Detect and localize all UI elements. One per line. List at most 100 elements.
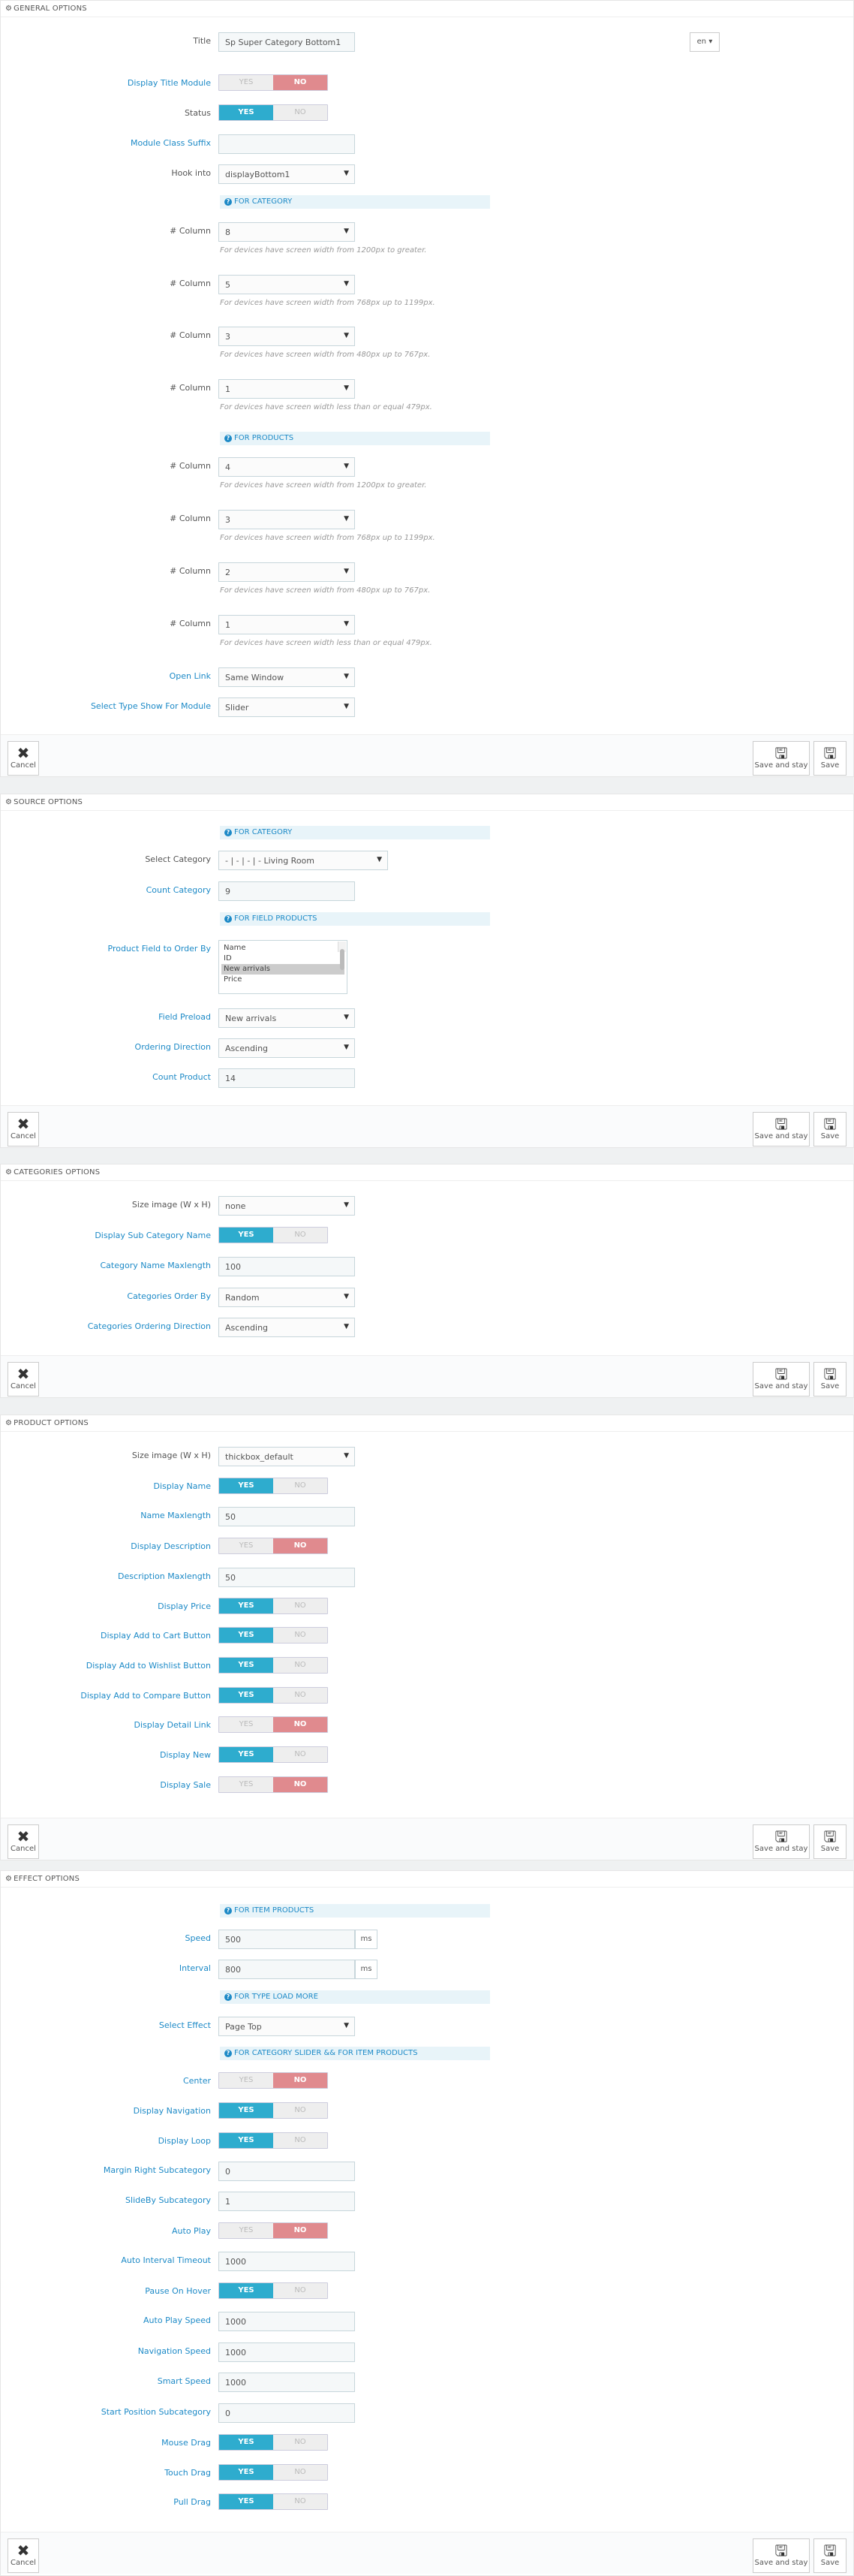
auto-interval-input[interactable]: 1000 xyxy=(218,2252,355,2271)
toggle-no[interactable]: NO xyxy=(273,1478,327,1493)
save-and-stay-button[interactable]: 🖫 Save and stay xyxy=(753,2538,810,2573)
add-cart-toggle[interactable]: YES NO xyxy=(218,1627,328,1644)
display-new-toggle[interactable]: YES NO xyxy=(218,1746,328,1763)
cancel-button[interactable]: ✖ Cancel xyxy=(8,741,39,776)
prod-column-xs-select[interactable]: 1 ▼ xyxy=(218,615,355,634)
save-button[interactable]: 🖫 Save xyxy=(813,1362,846,1396)
auto-play-speed-input[interactable]: 1000 xyxy=(218,2312,355,2331)
toggle-no[interactable]: NO xyxy=(273,2103,327,2118)
toggle-no[interactable]: NO xyxy=(273,2133,327,2148)
toggle-yes[interactable]: YES xyxy=(219,1658,273,1673)
cancel-button[interactable]: ✖ Cancel xyxy=(8,1112,39,1146)
toggle-no[interactable]: NO xyxy=(273,1747,327,1762)
list-option[interactable]: ID xyxy=(221,954,344,964)
toggle-no[interactable]: NO xyxy=(273,1688,327,1703)
toggle-yes[interactable]: YES xyxy=(219,2283,273,2298)
count-category-input[interactable]: 9 xyxy=(218,881,355,901)
toggle-yes[interactable]: YES xyxy=(219,1777,273,1792)
auto-play-toggle[interactable]: YES NO xyxy=(218,2222,328,2239)
toggle-no[interactable]: NO xyxy=(273,1538,327,1553)
prod-column-sm-select[interactable]: 2 ▼ xyxy=(218,562,355,582)
toggle-yes[interactable]: YES xyxy=(219,2103,273,2118)
center-toggle[interactable]: YES NO xyxy=(218,2072,328,2089)
save-and-stay-button[interactable]: 🖫 Save and stay xyxy=(753,741,810,776)
toggle-no[interactable]: NO xyxy=(273,75,327,90)
toggle-no[interactable]: NO xyxy=(273,105,327,120)
toggle-yes[interactable]: YES xyxy=(219,2073,273,2088)
cat-name-maxlength-input[interactable]: 100 xyxy=(218,1257,355,1276)
scrollbar[interactable] xyxy=(338,942,346,970)
smart-speed-input[interactable]: 1000 xyxy=(218,2373,355,2392)
interval-input[interactable]: 800 xyxy=(218,1960,355,1979)
toggle-no[interactable]: NO xyxy=(273,1228,327,1243)
toggle-yes[interactable]: YES xyxy=(219,75,273,90)
display-sub-toggle[interactable]: YES NO xyxy=(218,1227,328,1243)
list-option[interactable]: Price xyxy=(221,975,344,985)
add-wishlist-toggle[interactable]: YES NO xyxy=(218,1657,328,1674)
pause-hover-toggle[interactable]: YES NO xyxy=(218,2282,328,2299)
touch-drag-toggle[interactable]: YES NO xyxy=(218,2464,328,2481)
slideby-input[interactable]: 1 xyxy=(218,2192,355,2211)
ordering-direction-select[interactable]: Ascending ▼ xyxy=(218,1038,355,1058)
toggle-no[interactable]: NO xyxy=(273,2465,327,2480)
toggle-yes[interactable]: YES xyxy=(219,2435,273,2450)
toggle-no[interactable]: NO xyxy=(273,1628,327,1643)
field-preload-select[interactable]: New arrivals ▼ xyxy=(218,1008,355,1028)
toggle-no[interactable]: NO xyxy=(273,1598,327,1613)
save-button[interactable]: 🖫 Save xyxy=(813,1824,846,1859)
speed-input[interactable]: 500 xyxy=(218,1930,355,1949)
save-and-stay-button[interactable]: 🖫 Save and stay xyxy=(753,1824,810,1859)
save-button[interactable]: 🖫 Save xyxy=(813,741,846,776)
toggle-yes[interactable]: YES xyxy=(219,1228,273,1243)
title-input[interactable]: Sp Super Category Bottom1 xyxy=(218,32,355,52)
toggle-yes[interactable]: YES xyxy=(219,1717,273,1732)
toggle-yes[interactable]: YES xyxy=(219,1538,273,1553)
display-price-toggle[interactable]: YES NO xyxy=(218,1598,328,1614)
cancel-button[interactable]: ✖ Cancel xyxy=(8,1362,39,1396)
toggle-yes[interactable]: YES xyxy=(219,105,273,120)
cat-ordering-direction-select[interactable]: Ascending ▼ xyxy=(218,1318,355,1337)
display-name-toggle[interactable]: YES NO xyxy=(218,1478,328,1494)
toggle-no[interactable]: NO xyxy=(273,2435,327,2450)
language-dropdown[interactable]: en ▾ xyxy=(690,32,720,52)
description-maxlength-input[interactable]: 50 xyxy=(218,1568,355,1587)
display-description-toggle[interactable]: YES NO xyxy=(218,1538,328,1554)
scroll-thumb[interactable] xyxy=(340,949,344,970)
toggle-yes[interactable]: YES xyxy=(219,2223,273,2238)
name-maxlength-input[interactable]: 50 xyxy=(218,1507,355,1526)
list-option-selected[interactable]: New arrivals xyxy=(221,964,344,975)
select-category-select[interactable]: - | - | - | - Living Room ▼ xyxy=(218,851,388,870)
select-effect-select[interactable]: Page Top ▼ xyxy=(218,2017,355,2036)
mouse-drag-toggle[interactable]: YES NO xyxy=(218,2434,328,2451)
display-navigation-toggle[interactable]: YES NO xyxy=(218,2102,328,2119)
toggle-yes[interactable]: YES xyxy=(219,1478,273,1493)
open-link-select[interactable]: Same Window ▼ xyxy=(218,667,355,687)
prod-column-lg-select[interactable]: 4 ▼ xyxy=(218,457,355,477)
toggle-yes[interactable]: YES xyxy=(219,2133,273,2148)
save-button[interactable]: 🖫 Save xyxy=(813,1112,846,1146)
toggle-yes[interactable]: YES xyxy=(219,2465,273,2480)
margin-right-input[interactable]: 0 xyxy=(218,2162,355,2181)
class-suffix-input[interactable] xyxy=(218,134,355,154)
toggle-no[interactable]: NO xyxy=(273,2283,327,2298)
navigation-speed-input[interactable]: 1000 xyxy=(218,2343,355,2362)
cancel-button[interactable]: ✖ Cancel xyxy=(8,2538,39,2573)
toggle-yes[interactable]: YES xyxy=(219,2494,273,2509)
display-sale-toggle[interactable]: YES NO xyxy=(218,1776,328,1793)
count-product-input[interactable]: 14 xyxy=(218,1068,355,1088)
save-and-stay-button[interactable]: 🖫 Save and stay xyxy=(753,1112,810,1146)
save-and-stay-button[interactable]: 🖫 Save and stay xyxy=(753,1362,810,1396)
prod-column-md-select[interactable]: 3 ▼ xyxy=(218,510,355,529)
status-toggle[interactable]: YES NO xyxy=(218,104,328,121)
start-position-input[interactable]: 0 xyxy=(218,2403,355,2423)
toggle-no[interactable]: NO xyxy=(273,1717,327,1732)
detail-link-toggle[interactable]: YES NO xyxy=(218,1716,328,1733)
cat-order-by-select[interactable]: Random ▼ xyxy=(218,1288,355,1307)
cat-column-xs-select[interactable]: 1 ▼ xyxy=(218,379,355,399)
list-option[interactable]: Name xyxy=(221,943,344,954)
display-loop-toggle[interactable]: YES NO xyxy=(218,2132,328,2149)
cancel-button[interactable]: ✖ Cancel xyxy=(8,1824,39,1859)
toggle-no[interactable]: NO xyxy=(273,2073,327,2088)
cat-size-image-select[interactable]: none ▼ xyxy=(218,1196,355,1216)
hook-select[interactable]: displayBottom1 ▼ xyxy=(218,164,355,184)
